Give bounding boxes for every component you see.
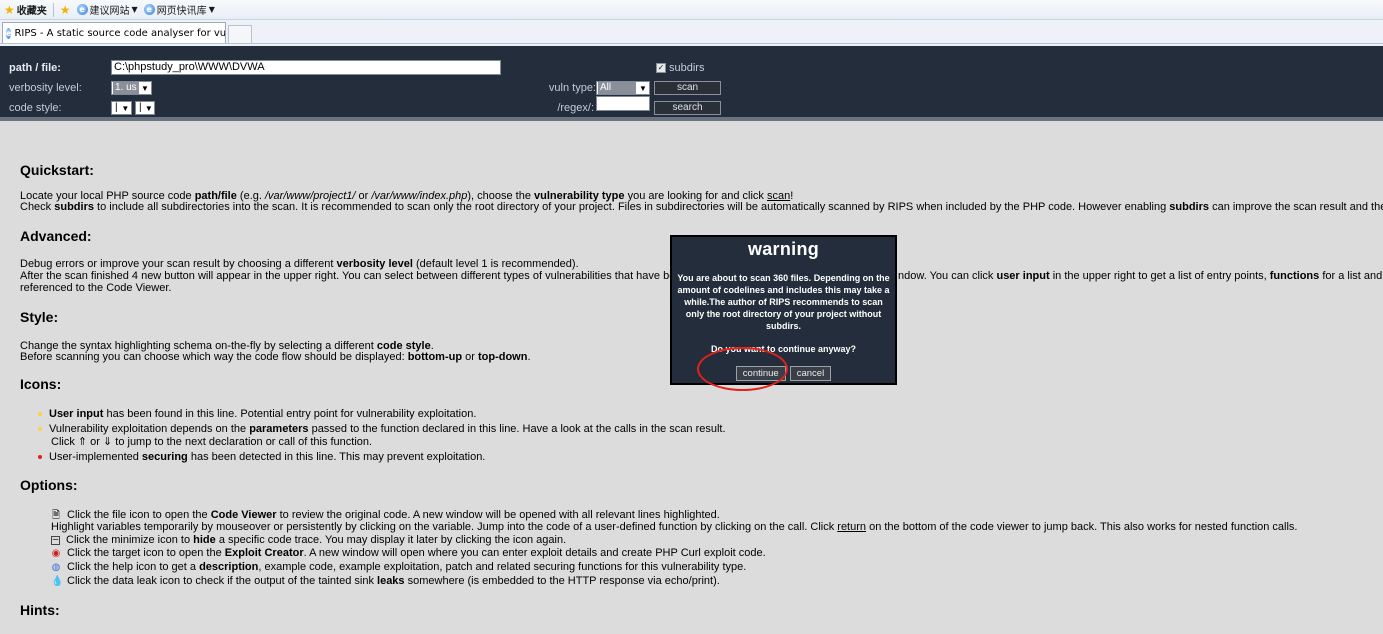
- advanced-line-2b: ndow. You can click user input in the up…: [898, 270, 1383, 282]
- caret-down-icon: ▼: [131, 5, 138, 14]
- vuln-type-value: All: [598, 82, 636, 94]
- checkmark-icon: ✓: [656, 63, 666, 73]
- icons-title: Icons:: [20, 376, 62, 392]
- user-input-dot-icon: [38, 412, 42, 417]
- parameters-dot-icon: [38, 427, 42, 432]
- options-item-minimize: – Click the minimize icon to hide a speci…: [51, 533, 567, 546]
- chevron-down-icon: ▼: [144, 103, 153, 113]
- tab-rips[interactable]: e RIPS - A static source code analyser f…: [2, 22, 226, 43]
- file-icon: 🗎: [51, 509, 61, 521]
- vuln-type-select[interactable]: All ▼: [596, 81, 650, 95]
- annotation-circle: [697, 347, 788, 391]
- icons-item-user-input: User input has been found in this line. …: [38, 408, 476, 420]
- subdirs-label: subdirs: [669, 62, 705, 74]
- options-item-file: 🗎 Click the file icon to open the Code Vi…: [51, 509, 720, 521]
- advanced-line-2a: After the scan finished 4 new button wil…: [20, 270, 682, 282]
- cancel-button[interactable]: cancel: [789, 366, 832, 381]
- favorites-bar: ★ 收藏夹 ★ e 建议网站 ▼ e 网页快讯库 ▼: [0, 0, 1383, 20]
- securing-dot-icon: [38, 455, 42, 460]
- rips-header: path / file: C:\phpstudy_pro\WWW\DVWA ve…: [0, 46, 1383, 121]
- tab-bar: e RIPS - A static source code analyser f…: [0, 20, 1383, 44]
- target-icon: ◉: [51, 547, 61, 559]
- add-favorite-icon: ★: [59, 2, 71, 17]
- advanced-title: Advanced:: [20, 228, 92, 244]
- options-title: Options:: [20, 477, 78, 493]
- warning-question: Do you want to continue anyway?: [710, 344, 856, 354]
- data-leak-icon: 💧: [51, 575, 64, 587]
- warning-message: You are about to scan 360 files. Dependi…: [677, 273, 890, 331]
- new-tab-button[interactable]: [228, 25, 252, 43]
- options-item-help: ◍ Click the help icon to get a descriptio…: [51, 561, 747, 573]
- vuln-type-label: vuln type:: [548, 82, 596, 94]
- chevron-down-icon: ▼: [141, 83, 149, 93]
- caret-down-icon: ▼: [208, 5, 215, 14]
- icons-item-parameters-hint: Click ⇑ or ⇓ to jump to the next declara…: [51, 436, 373, 448]
- style-line-2: Before scanning you can choose which way…: [20, 351, 531, 363]
- regex-label: /regex/:: [557, 102, 594, 114]
- web-slices-label: 网页快讯库: [156, 6, 207, 17]
- code-style-value: |: [113, 102, 120, 114]
- return-link[interactable]: return: [837, 521, 866, 533]
- add-favorite-button[interactable]: ★: [60, 3, 71, 17]
- quickstart-title: Quickstart:: [20, 162, 94, 178]
- favorites-label: 收藏夹: [16, 6, 47, 17]
- code-style-label: code style:: [9, 102, 62, 114]
- style-title: Style:: [20, 309, 59, 325]
- regex-input[interactable]: [596, 96, 650, 111]
- verbosity-label: verbosity level:: [9, 82, 82, 94]
- scan-button[interactable]: scan: [654, 81, 721, 95]
- path-label: path / file:: [9, 62, 61, 74]
- minimize-icon: –: [51, 533, 60, 545]
- divider: [52, 2, 54, 17]
- favorites-button[interactable]: ★ 收藏夹: [4, 2, 47, 18]
- code-flow-select[interactable]: | ▼: [135, 101, 155, 115]
- hints-title: Hints:: [20, 602, 60, 618]
- verbosity-select[interactable]: 1. us ▼: [111, 81, 152, 95]
- suggested-sites-label: 建议网站: [89, 6, 130, 17]
- ie-icon: e: [143, 4, 155, 15]
- path-input[interactable]: C:\phpstudy_pro\WWW\DVWA: [111, 60, 501, 75]
- suggested-sites-button[interactable]: e 建议网站 ▼: [76, 2, 138, 17]
- warning-title: warning: [747, 239, 820, 259]
- quickstart-line-2: Check subdirs to include all subdirector…: [20, 201, 1383, 213]
- options-item-target: ◉ Click the target icon to open the Explo…: [51, 547, 766, 559]
- icons-item-parameters: Vulnerability exploitation depends on th…: [38, 423, 726, 435]
- options-item-highlight: Highlight variables temporarily by mouse…: [51, 521, 1298, 533]
- code-style-select[interactable]: | ▼: [111, 101, 132, 115]
- advanced-line-3: referenced to the Code Viewer.: [20, 282, 172, 294]
- chevron-down-icon: ▼: [121, 103, 130, 113]
- code-flow-value: |: [137, 102, 144, 114]
- ie-page-icon: e: [6, 27, 12, 39]
- web-slices-button[interactable]: e 网页快讯库 ▼: [143, 2, 215, 17]
- chevron-down-icon: ▼: [639, 83, 647, 93]
- help-icon: ◍: [51, 561, 61, 573]
- verbosity-value: 1. us: [113, 82, 139, 94]
- subdirs-checkbox[interactable]: ✓ subdirs: [656, 62, 704, 74]
- search-button[interactable]: search: [654, 101, 721, 115]
- options-item-data-leak: 💧 Click the data leak icon to check if th…: [51, 575, 720, 587]
- tab-title: RIPS - A static source code analyser for…: [14, 27, 226, 39]
- ie-icon: e: [76, 4, 88, 15]
- star-icon: ★: [4, 2, 15, 17]
- icons-item-securing: User-implemented securing has been detec…: [38, 451, 485, 463]
- advanced-line-1: Debug errors or improve your scan result…: [20, 258, 579, 270]
